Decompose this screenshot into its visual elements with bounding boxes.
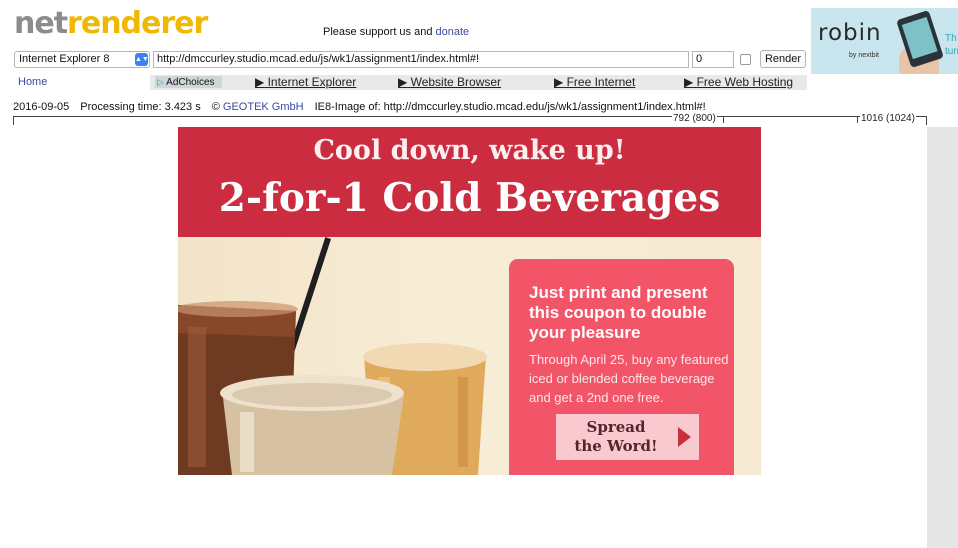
ruler-mark-1024: 1016 (1024) (860, 113, 916, 124)
promo-body-text: Through April 25, buy any featured iced … (529, 352, 729, 405)
logo-part-net: net (14, 6, 68, 41)
chevron-updown-icon: ▲▼ (135, 53, 149, 66)
url-input[interactable]: http://dmccurley.studio.mcad.edu/js/wk1/… (153, 51, 689, 68)
spread-the-word-button[interactable]: Spread the Word! (556, 414, 699, 460)
nav-link-free-internet[interactable]: ▶ Free Internet (554, 76, 635, 89)
width-ruler (13, 116, 927, 125)
spread-line2: the Word! (574, 437, 658, 455)
ad-tail-text: Th turr (945, 32, 958, 58)
donate-link[interactable]: donate (436, 26, 470, 38)
nav-link-label: Free Internet (566, 75, 636, 89)
play-arrow-icon: ▶ (398, 75, 408, 89)
ruler-mark-800: 792 (800) (672, 113, 717, 124)
play-arrow-icon: ▶ (684, 75, 694, 89)
nav-link-label: Website Browser (410, 75, 502, 89)
render-status-line: 2016-09-05 Processing time: 3.423 s © GEOT… (13, 101, 706, 113)
browser-select-value: Internet Explorer 8 (19, 53, 110, 65)
geotek-link[interactable]: GEOTEK GmbH (223, 101, 304, 113)
advertisement-banner[interactable]: robin by nextbit Th turr (811, 8, 958, 74)
number-input[interactable]: 0 (692, 51, 734, 68)
play-arrow-icon: ▶ (255, 75, 265, 89)
support-label: Please support us and (323, 26, 436, 38)
adchoices-badge[interactable]: ▷ AdChoices (155, 76, 222, 88)
option-checkbox[interactable] (740, 54, 751, 65)
ad-tail-line1: Th (945, 33, 957, 44)
nav-link-internet-explorer[interactable]: ▶ Internet Explorer (255, 76, 356, 89)
support-text: Please support us and donate (323, 26, 469, 38)
render-date: 2016-09-05 (13, 101, 70, 113)
copyright-symbol: © (211, 101, 223, 113)
ad-subtitle: by nextbit (849, 52, 879, 59)
adchoices-label: AdChoices (166, 77, 215, 88)
coupon-promo-box: Just print and present this coupon to do… (509, 259, 734, 475)
arrow-right-icon (678, 427, 691, 447)
ad-brand: robin (818, 20, 882, 46)
image-of-text: IE8-Image of: http://dmccurley.studio.mc… (314, 101, 706, 113)
ad-tail-line2: turr (945, 46, 958, 57)
browser-select[interactable]: Internet Explorer 8 ▲▼ (14, 51, 150, 68)
rendered-page-banner: Cool down, wake up! 2-for-1 Cold Beverag… (178, 127, 761, 475)
nav-link-label: Internet Explorer (267, 75, 357, 89)
promo-heading: Just print and present this coupon to do… (529, 283, 708, 342)
banner-header: Cool down, wake up! 2-for-1 Cold Beverag… (178, 127, 761, 237)
logo-part-renderer: renderer (67, 6, 208, 41)
adchoices-icon: ▷ (157, 77, 164, 87)
spread-line1: Spread (586, 418, 646, 436)
headline-two-for-one: 2-for-1 Cold Beverages (218, 175, 721, 221)
processing-time: Processing time: 3.423 s (80, 101, 201, 113)
render-button[interactable]: Render (760, 50, 806, 68)
home-cell: Home (0, 75, 150, 90)
home-link[interactable]: Home (18, 76, 47, 88)
nav-link-free-web-hosting[interactable]: ▶ Free Web Hosting (684, 76, 793, 89)
play-arrow-icon: ▶ (554, 75, 564, 89)
netrenderer-logo[interactable]: netrenderer (14, 6, 208, 42)
headline-cool-down: Cool down, wake up! (313, 135, 626, 166)
right-gutter (927, 127, 958, 548)
nav-link-label: Free Web Hosting (696, 75, 794, 89)
nav-link-website-browser[interactable]: ▶ Website Browser (398, 76, 501, 89)
spread-button-label: Spread the Word! (556, 418, 676, 456)
